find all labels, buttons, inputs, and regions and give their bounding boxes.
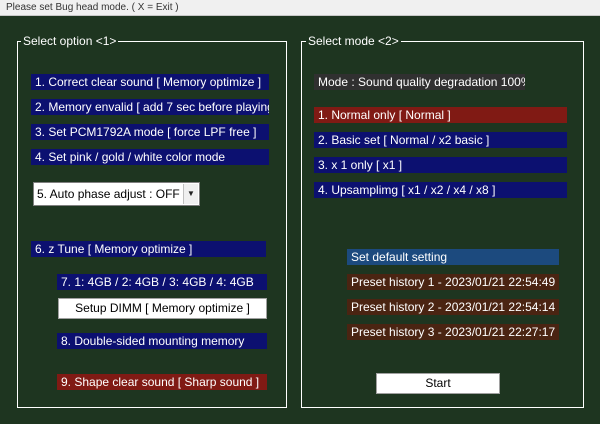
option-shape-clear-sound[interactable]: 9. Shape clear sound [ Sharp sound ] <box>57 374 267 390</box>
mode-status-text: Mode : Sound quality degradation 100% <box>314 74 525 90</box>
preset-history-2[interactable]: Preset history 2 - 2023/01/21 22:54:14 <box>347 299 559 315</box>
option-dimm-sizes[interactable]: 7. 1: 4GB / 2: 4GB / 3: 4GB / 4: 4GB <box>57 274 267 290</box>
select-option-panel <box>17 41 287 408</box>
chevron-down-icon[interactable]: ▼ <box>183 184 198 204</box>
mode-x1-only[interactable]: 3. x 1 only [ x1 ] <box>314 157 567 173</box>
set-default-setting[interactable]: Set default setting <box>347 249 559 265</box>
option-set-color-mode[interactable]: 4. Set pink / gold / white color mode <box>31 149 269 165</box>
auto-phase-select-value: 5. Auto phase adjust : OFF <box>37 187 180 201</box>
option-correct-clear-sound[interactable]: 1. Correct clear sound [ Memory optimize… <box>31 74 269 90</box>
start-button[interactable]: Start <box>376 373 500 394</box>
auto-phase-select[interactable]: 5. Auto phase adjust : OFF ▼ <box>33 182 200 206</box>
setup-dimm-button[interactable]: Setup DIMM [ Memory optimize ] <box>58 298 267 319</box>
mode-normal-only[interactable]: 1. Normal only [ Normal ] <box>314 107 567 123</box>
option-z-tune[interactable]: 6. z Tune [ Memory optimize ] <box>31 241 266 257</box>
window-title: Please set Bug head mode. ( X = Exit ) <box>0 0 600 16</box>
option-set-pcm1792a-mode[interactable]: 3. Set PCM1792A mode [ force LPF free ] <box>31 124 269 140</box>
select-option-legend: Select option <1> <box>21 34 119 48</box>
select-mode-legend: Select mode <2> <box>306 34 401 48</box>
option-memory-envalid[interactable]: 2. Memory envalid [ add 7 sec before pla… <box>31 99 269 115</box>
preset-history-1[interactable]: Preset history 1 - 2023/01/21 22:54:49 <box>347 274 559 290</box>
mode-upsampling[interactable]: 4. Upsamplimg [ x1 / x2 / x4 / x8 ] <box>314 182 567 198</box>
select-mode-panel <box>301 41 584 408</box>
option-double-sided-memory[interactable]: 8. Double-sided mounting memory <box>57 333 267 349</box>
mode-basic-set[interactable]: 2. Basic set [ Normal / x2 basic ] <box>314 132 567 148</box>
preset-history-3[interactable]: Preset history 3 - 2023/01/21 22:27:17 <box>347 324 559 340</box>
